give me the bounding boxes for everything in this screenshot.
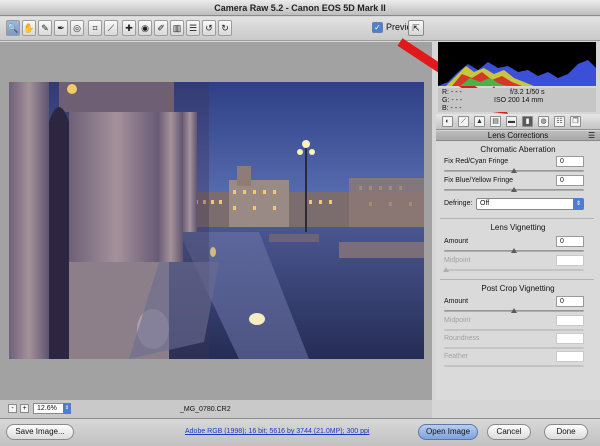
post-crop-midpoint-label: Midpoint (444, 317, 471, 324)
fix-blue-yellow-thumb[interactable] (511, 187, 517, 192)
detail-tab-icon[interactable]: ▲ (474, 116, 485, 127)
fix-red-cyan-input[interactable]: 0 (556, 156, 584, 167)
rotate-left-icon[interactable]: ↺ (202, 20, 216, 36)
vignetting-midpoint-slider (444, 269, 584, 271)
post-crop-roundness-input (556, 333, 584, 344)
workflow-options-link[interactable]: Adobe RGB (1998); 16 bit; 5616 by 3744 (… (185, 428, 369, 435)
hsl-tab-icon[interactable]: ▤ (490, 116, 501, 127)
done-button[interactable]: Done (544, 424, 588, 440)
defringe-select[interactable]: Off (476, 198, 584, 210)
vignetting-amount-input[interactable]: 0 (556, 236, 584, 247)
post-crop-roundness-slider (444, 347, 584, 349)
zoom-out-button[interactable]: - (8, 404, 17, 413)
photo-illustration (9, 82, 424, 359)
adjustment-brush-tool-icon[interactable]: ✐ (154, 20, 168, 36)
tone-curve-tab-icon[interactable]: ⟋ (458, 116, 469, 127)
post-crop-midpoint-input (556, 315, 584, 326)
post-crop-feather-input (556, 351, 584, 362)
targeted-adjustment-tool-icon[interactable]: ◎ (70, 20, 84, 36)
preferences-icon[interactable]: ☰ (186, 20, 200, 36)
chromatic-aberration-title: Chromatic Aberration (480, 145, 556, 154)
filename-label: _MG_0780.CR2 (180, 406, 231, 413)
post-crop-feather-label: Feather (444, 353, 469, 360)
vignetting-midpoint-label: Midpoint (444, 257, 471, 264)
readout-exposure: f/3.2 1/50 s (510, 89, 545, 96)
fix-blue-yellow-input[interactable]: 0 (556, 175, 584, 186)
post-crop-amount-thumb[interactable] (511, 308, 517, 313)
panel-title: Lens Corrections (436, 131, 600, 141)
crop-tool-icon[interactable]: ⌗ (88, 20, 102, 36)
post-crop-vignetting-title: Post Crop Vignetting (481, 284, 555, 293)
cancel-button[interactable]: Cancel (487, 424, 531, 440)
graduated-filter-tool-icon[interactable]: ▥ (170, 20, 184, 36)
panel-tabs: ◐ ⟋ ▲ ▤ ▬ ▮ ◍ ☷ ❐ (436, 114, 600, 130)
readout-b: B: - - - (442, 105, 462, 112)
red-eye-tool-icon[interactable]: ◉ (138, 20, 152, 36)
rgb-readout: R: - - - G: - - - B: - - - f/3.2 1/50 s … (438, 88, 596, 112)
fix-red-cyan-label: Fix Red/Cyan Fringe (444, 158, 509, 165)
snapshots-tab-icon[interactable]: ❐ (570, 116, 581, 127)
hand-tool-icon[interactable]: ✋ (22, 20, 36, 36)
post-crop-feather-slider (444, 365, 584, 367)
presets-tab-icon[interactable]: ☷ (554, 116, 565, 127)
zoom-tool-icon[interactable]: 🔍 (6, 20, 20, 36)
basic-tab-icon[interactable]: ◐ (442, 116, 453, 127)
readout-r: R: - - - (442, 89, 462, 96)
lens-corrections-tab-icon[interactable]: ▮ (522, 116, 533, 127)
panel-menu-icon[interactable]: ☰ (588, 131, 598, 141)
rotate-right-icon[interactable]: ↻ (218, 20, 232, 36)
color-sampler-tool-icon[interactable]: ✒ (54, 20, 68, 36)
photo-preview (9, 82, 424, 359)
open-image-button[interactable]: Open Image (418, 424, 478, 440)
lens-vignetting-title: Lens Vignetting (490, 223, 546, 232)
window-title: Camera Raw 5.2 - Canon EOS 5D Mark II (0, 0, 600, 16)
divider (440, 279, 594, 280)
vignetting-amount-thumb[interactable] (511, 248, 517, 253)
histogram (438, 42, 596, 86)
divider (440, 218, 594, 219)
post-crop-midpoint-slider (444, 329, 584, 331)
readout-iso: ISO 200 14 mm (494, 97, 544, 104)
readout-g: G: - - - (442, 97, 463, 104)
white-balance-tool-icon[interactable]: ✎ (38, 20, 52, 36)
post-crop-roundness-label: Roundness (444, 335, 480, 342)
chevron-updown-icon[interactable]: ⇕ (63, 403, 71, 414)
post-crop-amount-input[interactable]: 0 (556, 296, 584, 307)
zoom-in-button[interactable]: + (20, 404, 29, 413)
vignetting-midpoint-input (556, 255, 584, 266)
post-crop-amount-label: Amount (444, 298, 469, 305)
save-image-button[interactable]: Save Image... (6, 424, 74, 440)
fix-red-cyan-thumb[interactable] (511, 168, 517, 173)
fix-blue-yellow-label: Fix Blue/Yellow Fringe (444, 177, 513, 184)
defringe-label: Defringe: (444, 200, 473, 207)
histogram-graph (438, 60, 596, 86)
straighten-tool-icon[interactable]: ⟋ (104, 20, 118, 36)
vignetting-amount-label: Amount (444, 238, 469, 245)
split-toning-tab-icon[interactable]: ▬ (506, 116, 517, 127)
vignetting-midpoint-thumb (443, 267, 449, 272)
spot-removal-tool-icon[interactable]: ✚ (122, 20, 136, 36)
camera-calibration-tab-icon[interactable]: ◍ (538, 116, 549, 127)
chevron-updown-icon[interactable]: ⇕ (573, 198, 584, 210)
